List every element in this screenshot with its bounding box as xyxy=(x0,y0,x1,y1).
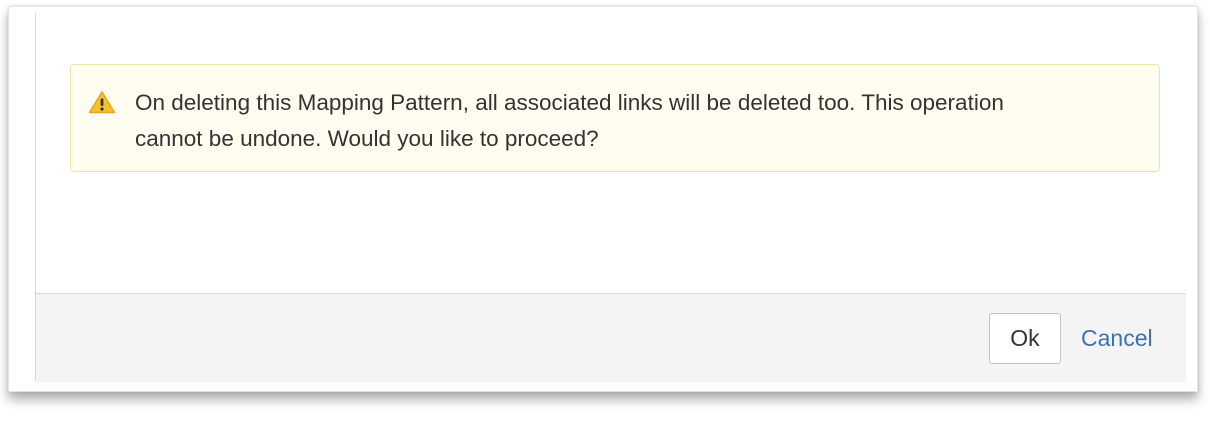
warning-message-box: On deleting this Mapping Pattern, all as… xyxy=(70,64,1160,172)
warning-icon xyxy=(88,90,116,114)
dialog-frame: On deleting this Mapping Pattern, all as… xyxy=(8,6,1198,392)
cancel-link[interactable]: Cancel xyxy=(1081,325,1153,352)
ok-button[interactable]: Ok xyxy=(989,313,1061,364)
warning-message-text: On deleting this Mapping Pattern, all as… xyxy=(135,90,1004,151)
confirm-delete-dialog: On deleting this Mapping Pattern, all as… xyxy=(35,13,1186,382)
dialog-footer: Ok Cancel xyxy=(36,293,1186,382)
